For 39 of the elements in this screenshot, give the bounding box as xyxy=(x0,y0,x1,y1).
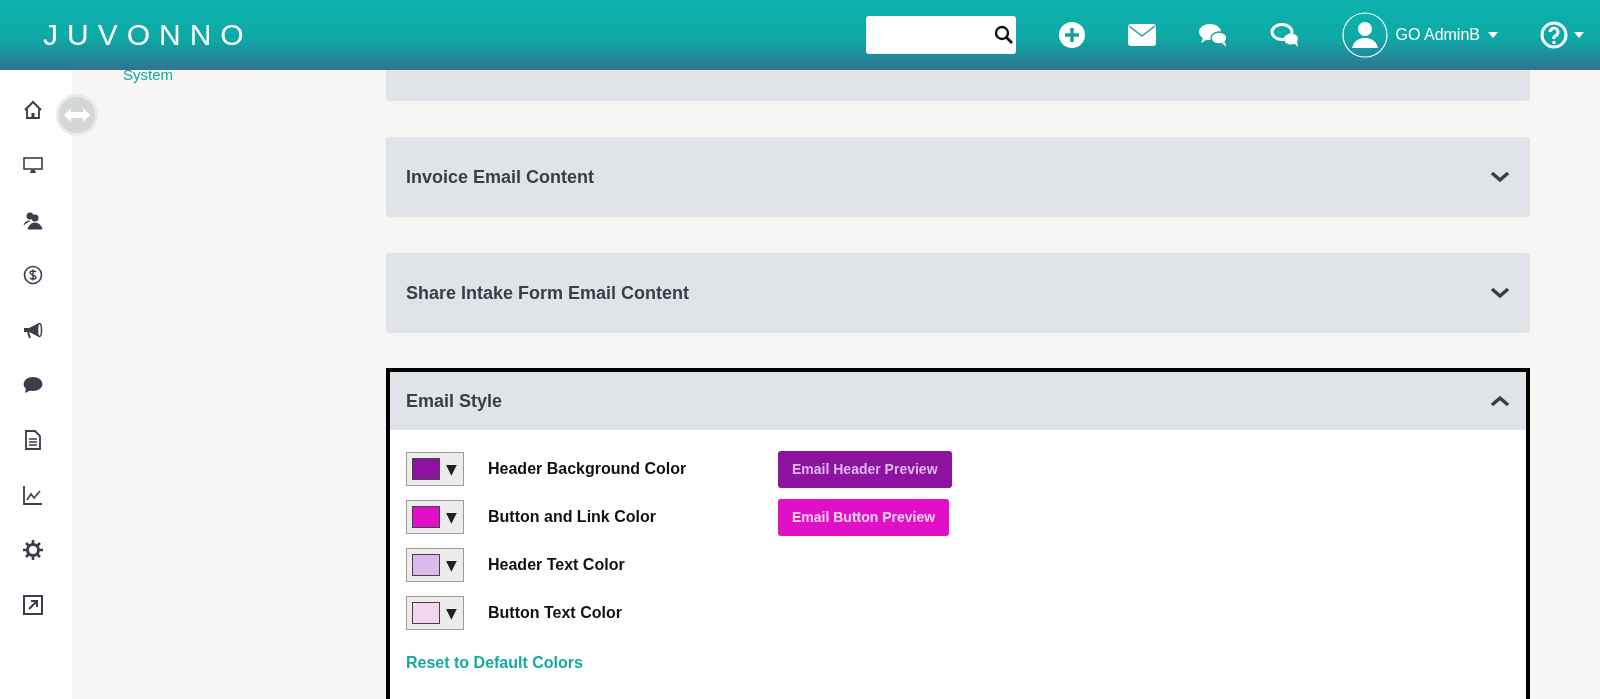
megaphone-icon[interactable] xyxy=(23,320,43,340)
line-chart-icon[interactable] xyxy=(23,485,43,505)
people-icon[interactable] xyxy=(23,210,43,230)
mail-icon[interactable] xyxy=(1127,24,1156,46)
chevron-icon[interactable] xyxy=(1490,395,1510,407)
avatar-icon[interactable] xyxy=(1341,12,1388,58)
document-icon[interactable] xyxy=(23,430,43,450)
color-label: Button Text Color xyxy=(488,604,623,622)
color-picker[interactable]: ▼ xyxy=(406,596,464,630)
search-icon[interactable] xyxy=(993,25,1014,45)
accordion-header[interactable]: Share Intake Form Email Content xyxy=(386,253,1530,333)
plus-icon[interactable] xyxy=(1057,21,1086,49)
home-icon[interactable] xyxy=(23,100,43,120)
dollar-icon[interactable] xyxy=(23,265,43,285)
external-link-icon[interactable] xyxy=(23,595,43,615)
preview-button[interactable]: Email Header Preview xyxy=(778,450,952,488)
help-icon[interactable] xyxy=(1540,21,1568,49)
panel-title: Share Intake Form Email Content xyxy=(406,282,690,304)
color-picker[interactable]: ▼ xyxy=(406,452,464,486)
panel-title: Invoice Email Content xyxy=(406,166,595,188)
chevron-icon[interactable] xyxy=(1490,287,1510,299)
color-label: Button and Link Color xyxy=(488,508,657,526)
caret-icon[interactable] xyxy=(1488,32,1498,38)
caret-icon[interactable] xyxy=(1574,32,1584,38)
color-picker[interactable]: ▼ xyxy=(406,500,464,534)
search-field[interactable] xyxy=(865,16,1016,54)
chevron-icon[interactable] xyxy=(1490,171,1510,183)
settings-icon[interactable] xyxy=(23,540,43,560)
panel-title: Email Style xyxy=(406,390,503,412)
color-label: Header Background Color xyxy=(488,460,688,478)
monitor-icon[interactable] xyxy=(23,155,43,175)
chat-icon[interactable] xyxy=(1197,22,1228,48)
color-picker[interactable]: ▼ xyxy=(406,548,464,582)
color-label: Header Text Color xyxy=(488,556,626,574)
accordion-header[interactable]: Email Style xyxy=(390,372,1526,430)
chat-outline-icon[interactable] xyxy=(1269,22,1300,48)
collapse-toggle[interactable] xyxy=(56,94,98,136)
speech-bubble-icon[interactable] xyxy=(23,375,43,395)
accordion-header[interactable]: Invoice Email Content xyxy=(386,137,1530,217)
